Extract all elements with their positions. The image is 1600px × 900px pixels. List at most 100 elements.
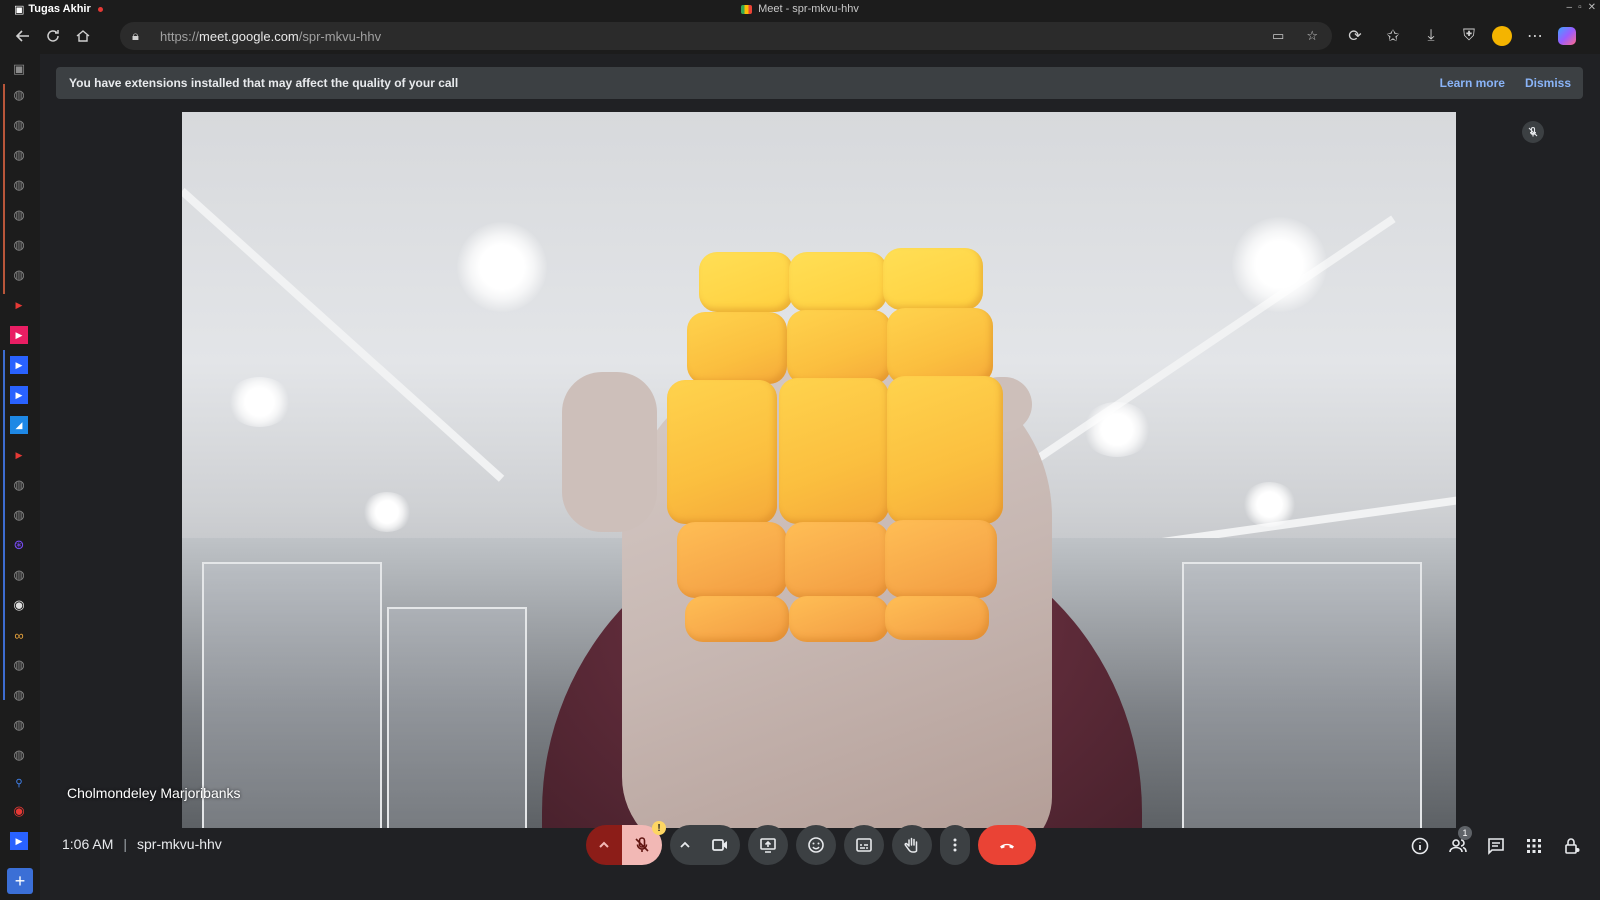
site-info-icon[interactable]: 🔒︎ <box>132 28 146 44</box>
recording-dot-icon <box>97 6 103 12</box>
chevron-up-icon <box>680 841 690 848</box>
meeting-details-button[interactable] <box>1410 836 1430 856</box>
downloads-button[interactable]: ⤓ <box>1416 21 1446 51</box>
activities-button[interactable] <box>1524 836 1544 856</box>
more-vertical-icon <box>953 838 957 852</box>
media-tab-icon[interactable]: ▶ <box>10 326 28 344</box>
minimize-icon[interactable]: – <box>1567 2 1573 13</box>
info-icon <box>1411 837 1429 855</box>
more-horizontal-icon: ⋯ <box>1527 28 1543 45</box>
lock-person-icon <box>1565 838 1580 854</box>
banner-message: You have extensions installed that may a… <box>69 76 459 90</box>
back-button[interactable] <box>8 21 38 51</box>
copilot-icon[interactable] <box>1558 27 1576 45</box>
participant-name: Cholmondeley Marjoribanks <box>67 785 241 801</box>
chevron-up-icon <box>599 841 609 848</box>
drive-tab-icon[interactable]: ◢ <box>10 416 28 434</box>
meeting-side-controls: 1 <box>1410 826 1582 856</box>
globe-tab-icon[interactable]: ◍ <box>10 206 28 224</box>
tab-actions-icon[interactable]: ▣ <box>10 60 28 78</box>
rubiks-cube <box>667 248 1007 642</box>
download-icon: ⤓ <box>1427 27 1435 44</box>
globe-tab-icon[interactable]: ◍ <box>10 566 28 584</box>
globe-tab-icon[interactable]: ◍ <box>10 476 28 494</box>
mic-off-icon <box>635 837 649 852</box>
ceiling-beam <box>182 188 505 482</box>
favorites-button[interactable]: ✩ <box>1378 21 1408 51</box>
captions-button[interactable] <box>844 825 884 865</box>
profile-button[interactable]: ▣ Tugas Akhir <box>0 3 103 16</box>
dismiss-button[interactable]: Dismiss <box>1525 76 1571 90</box>
infinity-tab-icon[interactable]: ∞ <box>10 626 28 644</box>
record-tab-icon[interactable]: ◉ <box>10 802 28 820</box>
new-tab-button[interactable]: + <box>7 868 33 894</box>
reload-icon <box>47 30 59 42</box>
more-options-button[interactable] <box>940 825 970 865</box>
meeting-code: spr-mkvu-hhv <box>137 836 222 852</box>
separator: | <box>123 836 128 852</box>
leave-call-button[interactable] <box>978 825 1036 865</box>
video-tab-icon[interactable]: ▶ <box>10 356 28 374</box>
camera-toggle-button[interactable] <box>700 825 740 865</box>
window-title-text: Meet - spr-mkvu-hhv <box>758 3 859 15</box>
browser-essentials-button[interactable]: ⛨ <box>1454 21 1484 51</box>
people-count-badge: 1 <box>1458 826 1472 840</box>
present-screen-button[interactable] <box>748 825 788 865</box>
tab-group-line <box>3 350 5 700</box>
address-bar[interactable]: 🔒︎ https://meet.google.com/spr-mkvu-hhv … <box>120 22 1332 50</box>
globe-tab-icon[interactable]: ◍ <box>10 716 28 734</box>
globe-tab-icon[interactable]: ◍ <box>10 116 28 134</box>
ceiling-light <box>227 377 292 427</box>
profile-icon: ▣ <box>14 3 25 16</box>
hand-icon <box>904 837 918 853</box>
meet-favicon-icon <box>741 4 753 14</box>
profile-avatar[interactable] <box>1492 26 1512 46</box>
favorite-star-icon[interactable]: ☆ <box>1306 28 1318 44</box>
globe-tab-icon[interactable]: ◍ <box>10 146 28 164</box>
chat-button[interactable] <box>1486 836 1506 856</box>
microphone-toggle-button[interactable]: ! <box>622 821 666 865</box>
audio-settings-button[interactable] <box>586 825 622 865</box>
puzzle-icon: ⟳ <box>1348 28 1362 45</box>
home-icon <box>76 30 90 42</box>
url-host: meet.google.com <box>199 28 299 44</box>
globe-tab-icon[interactable]: ◍ <box>10 176 28 194</box>
video-settings-button[interactable] <box>670 825 700 865</box>
ceiling-light <box>362 492 412 532</box>
globe-tab-icon[interactable]: ◍ <box>10 746 28 764</box>
youtube-tab-icon[interactable]: ▶ <box>10 296 28 314</box>
browser-toolbar: 🔒︎ https://meet.google.com/spr-mkvu-hhv … <box>0 18 1600 54</box>
globe-tab-icon[interactable]: ◍ <box>10 656 28 674</box>
people-button[interactable]: 1 <box>1448 826 1472 856</box>
globe-tab-icon[interactable]: ◍ <box>10 506 28 524</box>
apps-grid-icon <box>1527 839 1541 853</box>
reactions-button[interactable] <box>796 825 836 865</box>
close-icon[interactable]: ✕ <box>1588 2 1596 13</box>
globe-tab-icon[interactable]: ◍ <box>10 686 28 704</box>
video-tab-icon[interactable]: ▶ <box>10 386 28 404</box>
url-prefix: https:// <box>160 28 200 44</box>
plus-icon: + <box>14 870 26 891</box>
host-controls-button[interactable] <box>1562 836 1582 856</box>
video-tab-icon[interactable]: ▶ <box>10 832 28 850</box>
home-button[interactable] <box>68 21 98 51</box>
settings-more-button[interactable]: ⋯ <box>1520 21 1550 51</box>
restore-icon[interactable]: ▫ <box>1578 2 1582 13</box>
learn-more-link[interactable]: Learn more <box>1440 76 1505 90</box>
github-tab-icon[interactable]: ◉ <box>10 596 28 614</box>
participant-video <box>182 112 1456 828</box>
search-tab-icon[interactable]: ⚲ <box>10 774 28 792</box>
youtube-tab-icon[interactable]: ▶ <box>10 446 28 464</box>
camera-in-use-icon[interactable]: ▭ <box>1272 28 1284 44</box>
raise-hand-button[interactable] <box>892 825 932 865</box>
finger <box>562 372 657 532</box>
window-title: Meet - spr-mkvu-hhv <box>0 3 1600 15</box>
globe-tab-icon[interactable]: ◍ <box>10 266 28 284</box>
extensions-button[interactable]: ⟳ <box>1340 21 1370 51</box>
app-tab-icon[interactable]: ⊛ <box>10 536 28 554</box>
current-time: 1:06 AM <box>62 836 114 852</box>
reload-button[interactable] <box>38 21 68 51</box>
globe-tab-icon[interactable]: ◍ <box>10 86 28 104</box>
profile-name: Tugas Akhir <box>28 3 91 15</box>
globe-tab-icon[interactable]: ◍ <box>10 236 28 254</box>
